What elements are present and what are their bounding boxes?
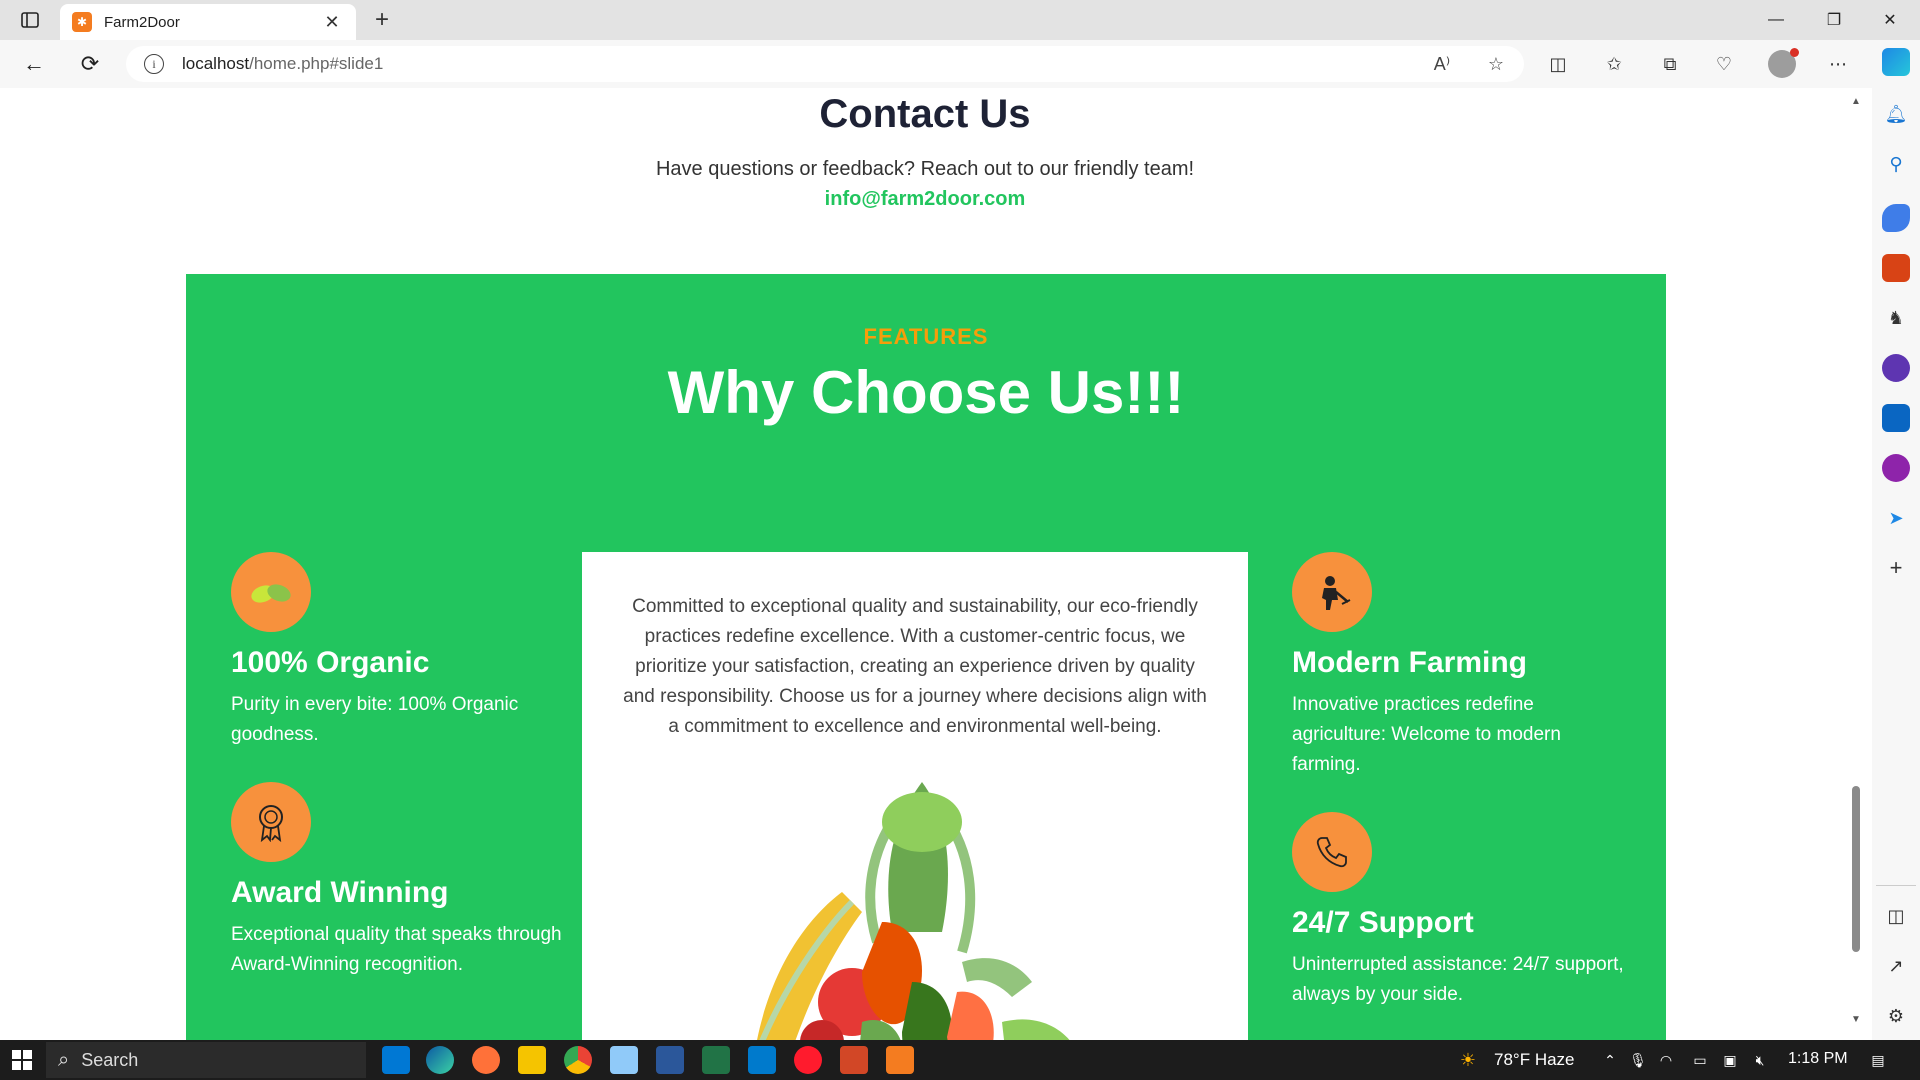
url-host: localhost [182,54,250,73]
contact-subtitle: Have questions or feedback? Reach out to… [655,158,1195,180]
contact-email-link[interactable]: info@farm2door.com [0,188,1850,211]
feature-award: Award Winning Exceptional quality that s… [231,782,571,980]
close-tab-icon[interactable]: ✕ [320,12,344,33]
hide-sidebar-icon[interactable]: ◫ [1882,902,1910,930]
powerpoint-app-icon[interactable] [840,1046,868,1074]
restore-button[interactable]: ❐ [1806,0,1862,40]
page-viewport: Contact Us Have questions or feedback? R… [0,88,1872,1040]
excel-app-icon[interactable] [702,1046,730,1074]
features-center-card: Committed to exceptional quality and sus… [582,552,1248,1040]
microphone-icon[interactable]: 🎙︎ [1628,1050,1648,1070]
games-chess-icon[interactable]: ♞ [1882,304,1910,332]
feature-organic: 100% Organic Purity in every bite: 100% … [231,552,571,750]
add-sidebar-app-icon[interactable]: + [1882,554,1910,582]
tools-briefcase-icon[interactable] [1882,254,1910,282]
open-external-icon[interactable]: ↗ [1882,952,1910,980]
chrome-app-icon[interactable] [564,1046,592,1074]
clock-time[interactable]: 1:18 PM [1788,1050,1848,1068]
firefox-app-icon[interactable] [472,1046,500,1074]
camera-icon[interactable]: ▣ [1720,1050,1740,1070]
favorite-star-icon[interactable]: ☆ [1482,52,1510,76]
feature-desc: Uninterrupted assistance: 24/7 support, … [1292,954,1624,1005]
scroll-down-arrow-icon[interactable]: ▼ [1851,1014,1861,1025]
sidebar-divider [1876,885,1916,886]
notepad-app-icon[interactable] [610,1046,638,1074]
url-text: localhost/home.php#slide1 [182,54,383,74]
opera-app-icon[interactable] [794,1046,822,1074]
edge-app-icon[interactable] [426,1046,454,1074]
vscode-app-icon[interactable] [748,1046,776,1074]
favorites-icon[interactable]: ✩ [1598,50,1630,78]
weather-icon[interactable]: ☀ [1458,1050,1478,1070]
url-path: /home.php#slide1 [249,54,384,73]
vegetables-image [757,782,1070,1040]
notifications-icon[interactable]: ▤ [1868,1050,1888,1070]
contact-title: Contact Us [819,92,1031,136]
feature-desc: Purity in every bite: 100% Organic goodn… [231,694,519,745]
taskbar-search-label: Search [81,1049,139,1070]
feature-support: 24/7 Support Uninterrupted assistance: 2… [1292,812,1632,1010]
back-button[interactable]: ← [16,48,52,80]
new-tab-button[interactable]: + [368,6,396,34]
profile-notification-dot [1790,48,1799,57]
features-center-text: Committed to exceptional quality and sus… [623,596,1207,737]
features-section: FEATURES Why Choose Us!!! 100% Organic P… [186,274,1666,1040]
split-screen-icon[interactable]: ◫ [1542,50,1574,78]
designer-icon[interactable] [1882,454,1910,482]
show-hidden-icons-icon[interactable]: ⌃ [1600,1050,1620,1070]
browser-tab[interactable]: ✱ Farm2Door ✕ [60,4,356,40]
xampp-app-icon[interactable] [886,1046,914,1074]
search-icon[interactable]: ⚲ [1882,150,1910,178]
feature-modern-farming: Modern Farming Innovative practices rede… [1292,552,1632,780]
feature-title: Modern Farming [1292,646,1528,679]
collections-icon[interactable]: ⧉ [1654,50,1686,78]
feature-title: Award Winning [231,876,449,909]
feature-title: 100% Organic [231,646,430,679]
scroll-up-arrow-icon[interactable]: ▲ [1851,96,1861,107]
feature-desc: Innovative practices redefine agricultur… [1292,694,1561,775]
close-window-button[interactable]: ✕ [1862,0,1918,40]
features-heading: Why Choose Us!!! [667,359,1185,426]
battery-icon[interactable]: ▭ [1690,1050,1710,1070]
browser-toolbar: ← ⟳ i localhost/home.php#slide1 A⁾ ☆ ◫ ✩… [0,40,1920,88]
word-app-icon[interactable] [656,1046,684,1074]
tab-actions-button[interactable] [14,8,46,32]
award-icon [231,782,311,862]
search-icon: ⌕ [58,1048,70,1071]
features-eyebrow: FEATURES [863,324,989,349]
mail-app-icon[interactable] [382,1046,410,1074]
settings-more-icon[interactable]: ⋯ [1822,50,1854,78]
title-bar: ✱ Farm2Door ✕ + — ❐ ✕ [0,0,1920,40]
tab-actions-icon [21,12,39,28]
microsoft-365-icon[interactable] [1882,354,1910,382]
xampp-favicon-icon: ✱ [72,12,92,32]
feature-desc: Exceptional quality that speaks through … [231,924,562,975]
taskbar-search[interactable]: ⌕ Search [46,1042,366,1078]
browser-essentials-icon[interactable]: ♡ [1708,50,1740,78]
minimize-button[interactable]: — [1748,0,1804,40]
weather-text[interactable]: 78°F Haze [1494,1050,1575,1070]
notifications-bell-icon[interactable]: 🔔︎ [1882,100,1910,128]
windows-start-icon[interactable] [12,1050,32,1070]
windows-taskbar: ⌕ Search ☀ 78°F Haze ⌃ 🎙︎ ◠ ▭ ▣ 🔇︎ 1:18 … [0,1040,1920,1080]
sidebar-settings-icon[interactable]: ⚙ [1882,1002,1910,1030]
copilot-icon[interactable] [1882,48,1910,76]
send-icon[interactable]: ➤ [1882,504,1910,532]
leaf-icon [231,552,311,632]
wifi-icon[interactable]: ◠ [1656,1050,1676,1070]
site-info-icon[interactable]: i [144,54,164,74]
feature-title: 24/7 Support [1292,906,1474,939]
edge-sidebar: 🔔︎ ⚲ ♞ ➤ + ◫ ↗ ⚙ [1872,40,1920,1040]
phone-icon [1292,812,1372,892]
outlook-icon[interactable] [1882,404,1910,432]
scrollbar-thumb[interactable] [1852,786,1860,952]
address-bar[interactable]: i localhost/home.php#slide1 A⁾ ☆ [126,46,1524,82]
volume-muted-icon[interactable]: 🔇︎ [1750,1050,1770,1070]
refresh-button[interactable]: ⟳ [72,48,108,80]
tab-title: Farm2Door [104,13,180,31]
read-aloud-icon[interactable]: A⁾ [1428,52,1456,76]
file-explorer-icon[interactable] [518,1046,546,1074]
shopping-tag-icon[interactable] [1882,204,1910,232]
farmer-icon [1292,552,1372,632]
